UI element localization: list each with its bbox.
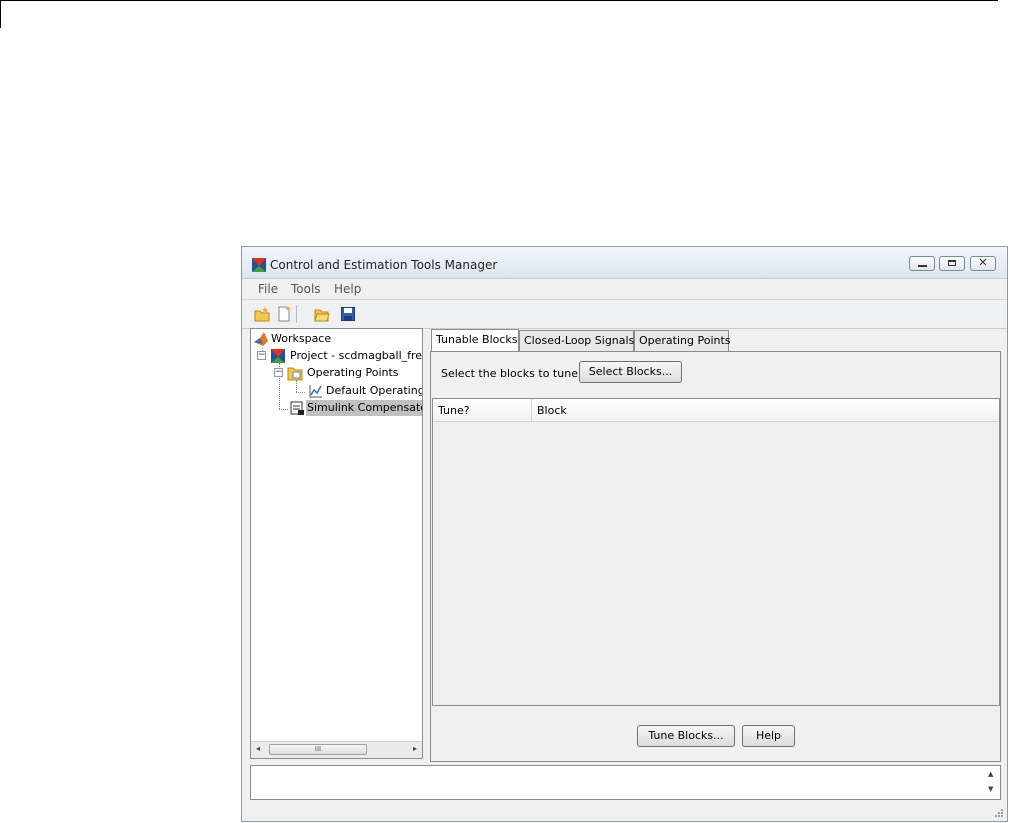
tree-label: Operating Points bbox=[307, 366, 399, 379]
tree-label: Default Operating P bbox=[326, 384, 423, 397]
close-button[interactable]: ✕ bbox=[970, 256, 996, 271]
app-icon bbox=[252, 258, 266, 272]
minimize-button[interactable] bbox=[909, 256, 935, 271]
tune-blocks-button[interactable]: Tune Blocks... bbox=[637, 725, 735, 747]
column-header-tune[interactable]: Tune? bbox=[433, 399, 532, 422]
close-icon: ✕ bbox=[978, 256, 988, 269]
menu-file[interactable]: File bbox=[258, 282, 278, 296]
design-task-tabs: Tunable Blocks Closed-Loop Signals Opera… bbox=[430, 329, 1001, 762]
page-left-rule bbox=[0, 0, 1, 28]
window-title: Control and Estimation Tools Manager bbox=[270, 258, 498, 272]
minimize-icon bbox=[918, 265, 927, 267]
maximize-button[interactable] bbox=[939, 256, 965, 271]
matlab-workspace-icon bbox=[254, 332, 268, 346]
resize-grip-icon[interactable] bbox=[994, 808, 1004, 818]
tab-operating-points[interactable]: Operating Points bbox=[634, 330, 731, 351]
new-task-icon[interactable] bbox=[276, 306, 292, 322]
menu-help[interactable]: Help bbox=[334, 282, 361, 296]
tab-tunable-blocks[interactable]: Tunable Blocks bbox=[431, 329, 519, 351]
title-bar[interactable]: Control and Estimation Tools Manager ✕ bbox=[242, 247, 1007, 279]
tools-manager-window: Control and Estimation Tools Manager ✕ F… bbox=[241, 246, 1008, 822]
select-blocks-button[interactable]: Select Blocks... bbox=[579, 361, 682, 383]
toolbar bbox=[242, 299, 1007, 329]
scroll-right-icon[interactable]: ▸ bbox=[413, 744, 417, 753]
column-header-block[interactable]: Block bbox=[531, 399, 999, 422]
compensator-icon bbox=[290, 401, 304, 415]
menu-bar: File Tools Help bbox=[242, 279, 1007, 299]
scroll-down-icon[interactable]: ▼ bbox=[988, 785, 993, 793]
open-icon[interactable] bbox=[314, 306, 330, 322]
tree-connector bbox=[296, 392, 305, 393]
menu-tools[interactable]: Tools bbox=[291, 282, 321, 296]
tunable-blocks-panel: Select the blocks to tune: Select Blocks… bbox=[430, 351, 1001, 762]
help-button[interactable]: Help bbox=[742, 725, 795, 747]
tree-label: Simulink Compensator bbox=[306, 400, 422, 416]
tree-label: Workspace bbox=[271, 332, 332, 345]
collapse-icon[interactable]: − bbox=[257, 351, 266, 360]
project-tree[interactable]: Workspace − Project - scdmagball_freef −… bbox=[250, 328, 423, 759]
collapse-icon[interactable]: − bbox=[274, 368, 283, 377]
project-icon bbox=[271, 349, 285, 363]
save-icon[interactable] bbox=[340, 306, 356, 322]
tree-connector bbox=[279, 409, 288, 410]
tunable-blocks-table[interactable]: Tune? Block bbox=[432, 398, 1000, 706]
maximize-icon bbox=[948, 260, 956, 266]
page-top-rule bbox=[0, 0, 998, 1]
folder-icon bbox=[287, 367, 303, 381]
status-vertical-scrollbar[interactable]: ▲ ▼ bbox=[985, 766, 1000, 799]
new-project-icon[interactable] bbox=[254, 306, 270, 322]
select-blocks-label: Select the blocks to tune: bbox=[441, 367, 582, 380]
scroll-thumb[interactable]: III bbox=[269, 744, 367, 755]
toolbar-separator bbox=[296, 305, 297, 323]
operating-point-icon bbox=[309, 385, 322, 398]
tab-closed-loop-signals[interactable]: Closed-Loop Signals bbox=[519, 330, 634, 351]
status-message-area[interactable]: ▲ ▼ bbox=[250, 765, 1001, 800]
scroll-up-icon[interactable]: ▲ bbox=[988, 770, 993, 778]
scroll-left-icon[interactable]: ◂ bbox=[256, 744, 260, 753]
tree-horizontal-scrollbar[interactable]: ◂ III ▸ bbox=[251, 741, 422, 758]
tree-connector bbox=[296, 380, 297, 392]
tree-label: Project - scdmagball_freef bbox=[290, 349, 423, 362]
